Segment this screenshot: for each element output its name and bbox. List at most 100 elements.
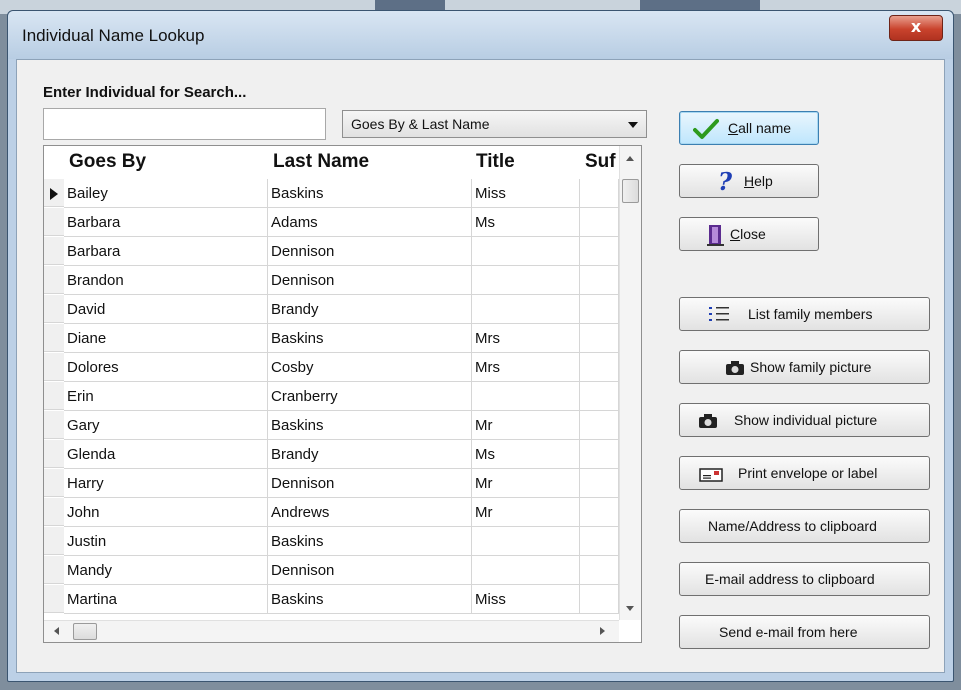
table-row[interactable]: John Andrews Mr xyxy=(44,498,619,527)
cell-last-name: Baskins xyxy=(268,411,472,440)
cell-suffix xyxy=(580,440,619,469)
cell-suffix xyxy=(580,469,619,498)
table-row[interactable]: Harry Dennison Mr xyxy=(44,469,619,498)
help-button[interactable]: ? Help xyxy=(679,164,819,198)
cell-goes-by: Mandy xyxy=(64,556,268,585)
show-individual-picture-button[interactable]: Show individual picture xyxy=(679,403,930,437)
cell-suffix xyxy=(580,266,619,295)
cell-last-name: Baskins xyxy=(268,179,472,208)
cell-suffix xyxy=(580,179,619,208)
email-clipboard-button[interactable]: E-mail address to clipboard xyxy=(679,562,930,596)
search-mode-value: Goes By & Last Name xyxy=(351,116,490,132)
window-close-button[interactable]: x xyxy=(889,15,943,41)
cell-goes-by: Glenda xyxy=(64,440,268,469)
list-family-members-button[interactable]: List family members xyxy=(679,297,930,331)
scroll-right-arrow-icon[interactable] xyxy=(600,627,605,635)
cell-title: Mr xyxy=(472,411,580,440)
cell-suffix xyxy=(580,208,619,237)
title-bar: Individual Name Lookup x xyxy=(8,11,953,59)
camera-icon xyxy=(699,414,717,428)
lookup-dialog: Individual Name Lookup x Enter Individua… xyxy=(7,10,954,682)
cell-suffix xyxy=(580,585,619,614)
search-mode-dropdown[interactable]: Goes By & Last Name xyxy=(342,110,647,138)
call-name-mnemonic: C xyxy=(728,120,739,136)
help-label: elp xyxy=(754,173,773,189)
table-row[interactable]: Brandon Dennison xyxy=(44,266,619,295)
table-row[interactable]: Diane Baskins Mrs xyxy=(44,324,619,353)
column-header-last-name[interactable]: Last Name xyxy=(273,151,369,173)
cell-goes-by: John xyxy=(64,498,268,527)
cell-last-name: Andrews xyxy=(268,498,472,527)
grid-header: Goes By Last Name Title Suf xyxy=(44,146,619,179)
cell-last-name: Adams xyxy=(268,208,472,237)
table-row[interactable]: Martina Baskins Miss xyxy=(44,585,619,614)
cell-title xyxy=(472,237,580,266)
column-header-suffix[interactable]: Suf xyxy=(585,151,616,173)
search-input[interactable] xyxy=(43,108,326,140)
cell-suffix xyxy=(580,382,619,411)
table-row[interactable]: David Brandy xyxy=(44,295,619,324)
cell-goes-by: Erin xyxy=(64,382,268,411)
cell-title xyxy=(472,556,580,585)
table-row[interactable]: Dolores Cosby Mrs xyxy=(44,353,619,382)
call-name-label: all name xyxy=(738,120,792,136)
search-label: Enter Individual for Search... xyxy=(43,84,247,101)
email-clipboard-label: E-mail address to clipboard xyxy=(705,571,875,587)
cell-last-name: Dennison xyxy=(268,556,472,585)
name-address-clipboard-button[interactable]: Name/Address to clipboard xyxy=(679,509,930,543)
close-button[interactable]: Close xyxy=(679,217,819,251)
results-grid[interactable]: Goes By Last Name Title Suf Bailey Baskin… xyxy=(43,145,642,643)
door-exit-icon xyxy=(707,225,724,246)
cell-suffix xyxy=(580,527,619,556)
cell-title xyxy=(472,295,580,324)
close-label: lose xyxy=(740,226,766,242)
cell-title: Mrs xyxy=(472,324,580,353)
cell-goes-by: Brandon xyxy=(64,266,268,295)
cell-last-name: Baskins xyxy=(268,527,472,556)
table-row[interactable]: Erin Cranberry xyxy=(44,382,619,411)
horizontal-scroll-thumb[interactable] xyxy=(73,623,97,640)
scroll-down-arrow-icon[interactable] xyxy=(626,606,634,611)
cell-goes-by: Diane xyxy=(64,324,268,353)
table-row[interactable]: Mandy Dennison xyxy=(44,556,619,585)
cell-goes-by: Barbara xyxy=(64,237,268,266)
cell-title: Mr xyxy=(472,469,580,498)
send-email-button[interactable]: Send e-mail from here xyxy=(679,615,930,649)
column-header-goes-by[interactable]: Goes By xyxy=(69,151,146,173)
cell-goes-by: Barbara xyxy=(64,208,268,237)
scroll-left-arrow-icon[interactable] xyxy=(54,627,59,635)
column-header-title[interactable]: Title xyxy=(476,151,515,173)
horizontal-scrollbar[interactable] xyxy=(44,620,619,642)
cell-last-name: Baskins xyxy=(268,324,472,353)
cell-suffix xyxy=(580,411,619,440)
table-row[interactable]: Bailey Baskins Miss xyxy=(44,179,619,208)
scroll-up-arrow-icon[interactable] xyxy=(626,156,634,161)
cell-goes-by: Harry xyxy=(64,469,268,498)
cell-last-name: Brandy xyxy=(268,295,472,324)
table-row[interactable]: Barbara Adams Ms xyxy=(44,208,619,237)
print-envelope-label: Print envelope or label xyxy=(738,465,878,481)
cell-title: Mr xyxy=(472,498,580,527)
cell-suffix xyxy=(580,237,619,266)
cell-goes-by: Dolores xyxy=(64,353,268,382)
question-icon: ? xyxy=(718,167,733,196)
show-family-picture-button[interactable]: Show family picture xyxy=(679,350,930,384)
print-envelope-button[interactable]: Print envelope or label xyxy=(679,456,930,490)
table-row[interactable]: Justin Baskins xyxy=(44,527,619,556)
name-address-clipboard-label: Name/Address to clipboard xyxy=(708,518,877,534)
vertical-scrollbar[interactable] xyxy=(619,146,641,620)
call-name-button[interactable]: Call name xyxy=(679,111,819,145)
chevron-down-icon xyxy=(628,122,638,128)
cell-goes-by: Justin xyxy=(64,527,268,556)
cell-goes-by: Bailey xyxy=(64,179,268,208)
table-row[interactable]: Glenda Brandy Ms xyxy=(44,440,619,469)
cell-title: Ms xyxy=(472,208,580,237)
table-row[interactable]: Gary Baskins Mr xyxy=(44,411,619,440)
list-family-members-label: List family members xyxy=(748,306,873,322)
envelope-icon xyxy=(699,468,723,482)
close-mnemonic: C xyxy=(730,226,741,242)
cell-goes-by: David xyxy=(64,295,268,324)
camera-icon xyxy=(726,361,744,375)
table-row[interactable]: Barbara Dennison xyxy=(44,237,619,266)
vertical-scroll-thumb[interactable] xyxy=(622,179,639,203)
